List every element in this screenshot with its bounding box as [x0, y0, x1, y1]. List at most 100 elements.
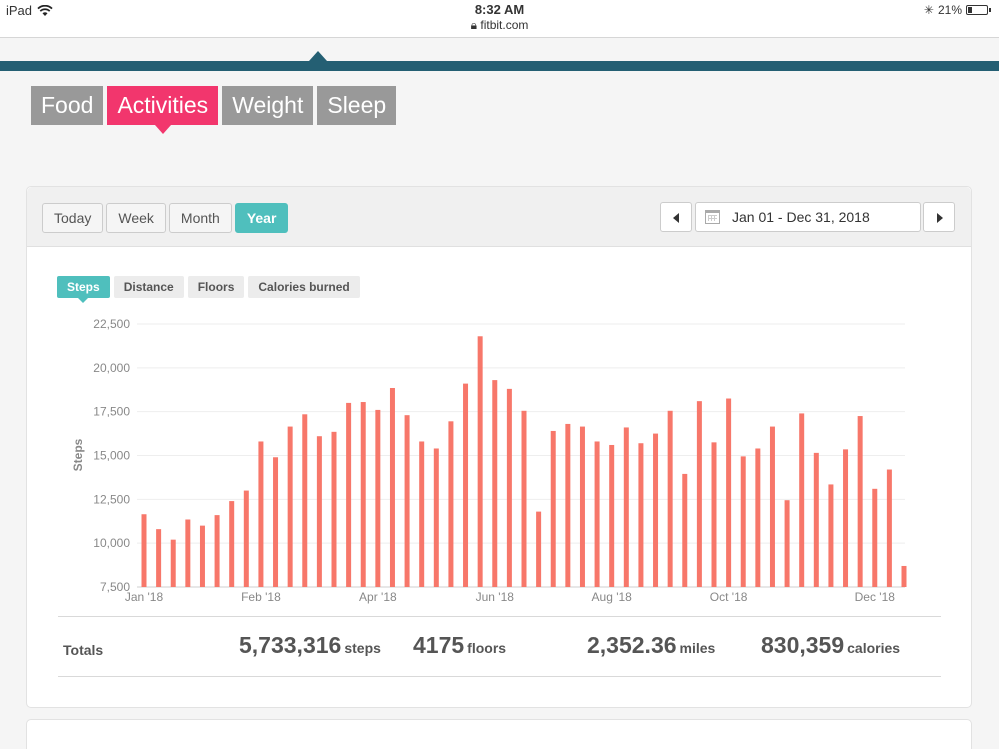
bar [302, 414, 308, 587]
tab-weight[interactable]: Weight [222, 86, 314, 125]
bar [477, 336, 483, 587]
bar [828, 484, 834, 587]
tab-sleep[interactable]: Sleep [317, 86, 397, 125]
tab-food[interactable]: Food [31, 86, 104, 125]
bar [667, 410, 673, 587]
total-floors: 4175 floors [413, 632, 506, 659]
url-text: fitbit.com [480, 18, 529, 32]
total-floors-unit: floors [467, 640, 507, 656]
bar [886, 469, 892, 587]
bar [857, 416, 863, 587]
header-band [0, 61, 999, 71]
x-tick-label: Apr '18 [359, 590, 397, 604]
bar [609, 444, 615, 587]
lock-icon: 🔒︎ [470, 18, 478, 32]
status-bar: iPad 8:32 AM 🔒︎ fitbit.com ✳︎ 21% [0, 0, 999, 38]
bar [638, 443, 644, 587]
x-tick-label: Feb '18 [241, 590, 281, 604]
bar [229, 501, 235, 587]
tab-activities[interactable]: Activities [107, 86, 219, 134]
total-miles-value: 2,352.36 [587, 632, 677, 658]
bar [448, 421, 454, 587]
x-tick-label: Aug '18 [592, 590, 633, 604]
next-card [26, 719, 972, 749]
bar [214, 515, 220, 587]
total-steps: 5,733,316 steps [239, 632, 381, 659]
bar [141, 514, 147, 587]
bar [901, 565, 907, 587]
bar [565, 423, 571, 587]
bar [799, 413, 805, 587]
x-tick-label: Oct '18 [710, 590, 748, 604]
steps-chart: 22,50020,00017,50015,00012,50010,0007,50… [71, 317, 907, 604]
total-calories-value: 830,359 [761, 632, 845, 658]
bar [404, 415, 410, 587]
total-steps-unit: steps [344, 640, 381, 656]
bar [316, 436, 322, 587]
x-tick-label: Jun '18 [476, 590, 515, 604]
total-miles-unit: miles [679, 640, 716, 656]
bar [872, 488, 878, 587]
bar [185, 519, 191, 587]
totals-label: Totals [63, 642, 104, 658]
bar [623, 427, 629, 587]
bar [506, 388, 512, 587]
bar [419, 441, 425, 587]
bar [375, 409, 381, 587]
total-steps-value: 5,733,316 [239, 632, 342, 658]
x-tick-label: Dec '18 [855, 590, 896, 604]
bar [433, 448, 439, 587]
bar [199, 525, 205, 587]
category-tabs: Food Activities Weight Sleep [31, 86, 397, 134]
bar [682, 473, 688, 587]
y-tick-label: 17,500 [93, 405, 130, 419]
status-right: ✳︎ 21% [924, 3, 991, 17]
url-bar[interactable]: 🔒︎ fitbit.com [0, 18, 999, 33]
bar [521, 410, 527, 587]
battery-percent: 21% [937, 3, 962, 17]
bar [711, 442, 717, 587]
y-tick-label: 22,500 [93, 317, 130, 331]
status-center: 8:32 AM 🔒︎ fitbit.com [0, 2, 999, 33]
total-calories: 830,359 calories [761, 632, 900, 659]
y-tick-label: 15,000 [93, 449, 130, 463]
bar [156, 529, 162, 587]
total-miles: 2,352.36 miles [587, 632, 715, 659]
total-calories-unit: calories [847, 640, 901, 656]
total-floors-value: 4175 [413, 632, 465, 658]
bar [813, 452, 819, 587]
totals-top-divider [58, 616, 941, 617]
bar [492, 380, 498, 587]
y-tick-label: 10,000 [93, 536, 130, 550]
totals-bottom-divider [58, 676, 941, 677]
activity-card: Today Week Month Year Jan 01 - Dec 31, 2… [26, 186, 972, 708]
bar [726, 398, 732, 587]
bar [740, 456, 746, 587]
bar [273, 457, 279, 587]
bar [653, 433, 659, 587]
bar [170, 539, 176, 587]
bar [463, 383, 469, 587]
bar [843, 449, 849, 587]
y-axis-label: Steps [71, 438, 85, 471]
bar [755, 448, 761, 587]
bar [331, 431, 337, 587]
battery-icon [966, 5, 988, 15]
x-tick-label: Jan '18 [125, 590, 164, 604]
bar [258, 441, 264, 587]
bar [287, 426, 293, 587]
y-tick-label: 20,000 [93, 361, 130, 375]
bar [594, 441, 600, 587]
clock: 8:32 AM [474, 2, 525, 17]
band-notch [309, 51, 327, 61]
bar [784, 500, 790, 587]
bar [769, 426, 775, 587]
bar [550, 430, 556, 587]
bluetooth-icon: ✳︎ [923, 3, 934, 17]
bar [346, 402, 352, 587]
battery-tip [989, 8, 991, 12]
bar [243, 490, 249, 587]
bar [389, 387, 395, 587]
bar [579, 426, 585, 587]
bar [360, 402, 366, 587]
